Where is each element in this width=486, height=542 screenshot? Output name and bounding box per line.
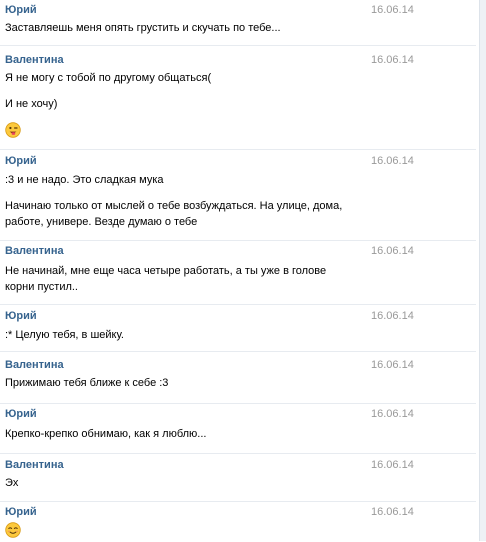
message-text: Не начинай, мне еще часа четыре работать… bbox=[5, 265, 327, 277]
message-text: Я не могу с тобой по другому общаться( bbox=[5, 72, 212, 84]
message-item: Валентина 16.06.14 Прижимаю тебя ближе к… bbox=[0, 351, 476, 404]
message-author[interactable]: Валентина bbox=[5, 459, 64, 472]
message-author[interactable]: Юрий bbox=[5, 506, 37, 519]
content-smiley-icon bbox=[5, 522, 21, 538]
winking-tongue-smiley-icon bbox=[5, 122, 21, 138]
message-date[interactable]: 16.06.14 bbox=[371, 54, 414, 67]
message-author[interactable]: Юрий bbox=[5, 4, 37, 17]
scrollbar[interactable] bbox=[479, 0, 486, 541]
message-author[interactable]: Юрий bbox=[5, 310, 37, 323]
message-date[interactable]: 16.06.14 bbox=[371, 310, 414, 323]
message-date[interactable]: 16.06.14 bbox=[371, 359, 414, 372]
message-text: корни пустил.. bbox=[5, 281, 78, 293]
message-text: Прижимаю тебя ближе к себе :3 bbox=[5, 377, 169, 389]
message-item: Юрий 16.06.14 Крепко-крепко обнимаю, как… bbox=[0, 403, 476, 454]
message-text: работе, универе. Везде думаю о тебе bbox=[5, 216, 198, 228]
message-author[interactable]: Валентина bbox=[5, 359, 64, 372]
message-author[interactable]: Валентина bbox=[5, 54, 64, 67]
message-author[interactable]: Валентина bbox=[5, 245, 64, 258]
message-item: Валентина 16.06.14 Эх bbox=[0, 453, 476, 502]
message-item: Юрий 16.06.14 Заставляешь меня опять гру… bbox=[0, 0, 476, 44]
message-text: Крепко-крепко обнимаю, как я люблю... bbox=[5, 428, 207, 440]
message-date[interactable]: 16.06.14 bbox=[371, 4, 414, 17]
message-date[interactable]: 16.06.14 bbox=[371, 408, 414, 421]
message-item: Юрий 16.06.14 :3 и не надо. Это сладкая … bbox=[0, 149, 476, 241]
message-author[interactable]: Юрий bbox=[5, 155, 37, 168]
message-text: Заставляешь меня опять грустить и скучат… bbox=[5, 22, 281, 34]
message-text: :* Целую тебя, в шейку. bbox=[5, 329, 124, 341]
message-author[interactable]: Юрий bbox=[5, 408, 37, 421]
message-item: Юрий 16.06.14 :* Целую тебя, в шейку. bbox=[0, 304, 476, 352]
message-text: Эх bbox=[5, 477, 19, 489]
message-text: И не хочу) bbox=[5, 98, 58, 110]
message-text: Начинаю только от мыслей о тебе возбужда… bbox=[5, 200, 343, 212]
message-date[interactable]: 16.06.14 bbox=[371, 506, 414, 519]
message-item: Юрий 16.06.14 bbox=[0, 501, 476, 542]
message-item: Валентина 16.06.14 Я не могу с тобой по … bbox=[0, 45, 476, 149]
message-text: :3 и не надо. Это сладкая мука bbox=[5, 174, 164, 186]
message-date[interactable]: 16.06.14 bbox=[371, 459, 414, 472]
message-date[interactable]: 16.06.14 bbox=[371, 155, 414, 168]
message-item: Валентина 16.06.14 Не начинай, мне еще ч… bbox=[0, 240, 476, 305]
message-date[interactable]: 16.06.14 bbox=[371, 245, 414, 258]
